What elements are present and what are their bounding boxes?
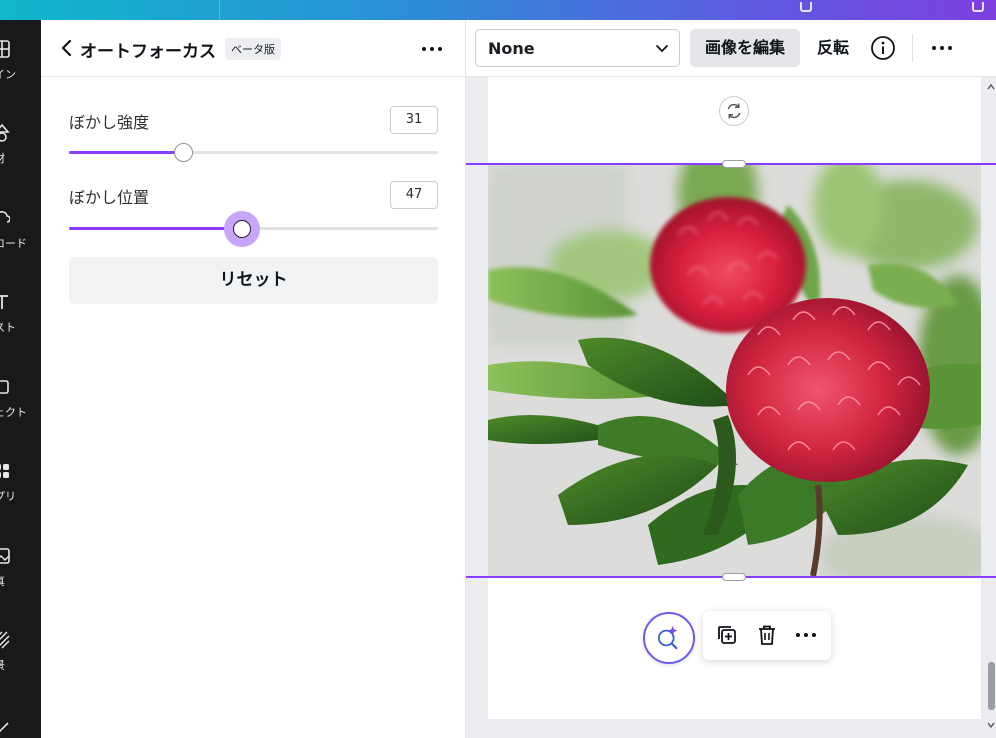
magic-search-icon[interactable] xyxy=(643,612,695,664)
more-dots-icon xyxy=(793,623,819,647)
vertical-scrollbar-thumb[interactable] xyxy=(988,662,995,710)
photos-icon xyxy=(0,548,10,564)
rail-item-apps[interactable]: プリ xyxy=(0,462,41,532)
toolbar-more-button[interactable] xyxy=(926,37,958,59)
reset-button[interactable]: リセット xyxy=(69,257,438,304)
scroll-down-arrow-icon[interactable] xyxy=(987,720,995,730)
rotate-icon[interactable] xyxy=(719,96,749,126)
edit-image-button[interactable]: 画像を編集 xyxy=(690,29,800,67)
elements-icon xyxy=(0,124,10,142)
toolbar-divider xyxy=(912,34,913,62)
projects-icon xyxy=(0,380,9,394)
more-dots-icon xyxy=(417,38,447,60)
blur-position-input[interactable]: 47 xyxy=(390,181,438,209)
crop-handle-top[interactable] xyxy=(722,160,746,168)
blur-strength-input[interactable]: 31 xyxy=(390,106,438,134)
rail-item-design[interactable]: イン xyxy=(0,40,41,110)
design-icon xyxy=(0,40,10,58)
rail-item-photos[interactable]: 真 xyxy=(0,547,41,617)
flower-photo[interactable] xyxy=(488,165,981,576)
context-toolbar xyxy=(703,611,831,660)
rail-label-elements: 材 xyxy=(0,150,5,166)
blur-strength-fill xyxy=(69,151,184,154)
rail-label-design: イン xyxy=(0,68,16,81)
background-icon xyxy=(0,631,10,649)
panel-title: オートフォーカス xyxy=(80,42,216,62)
header-divider xyxy=(219,0,220,20)
rail-label-text: スト xyxy=(0,321,16,334)
chevron-down-icon xyxy=(656,45,668,53)
header-icon-fragment[interactable] xyxy=(800,2,812,12)
rail-item-projects[interactable]: ェクト xyxy=(0,378,41,448)
text-icon xyxy=(0,295,8,309)
effect-select[interactable]: None xyxy=(475,29,680,67)
rail-item-upload[interactable]: ロード xyxy=(0,209,41,279)
rail-label-apps: プリ xyxy=(0,490,16,503)
blur-strength-thumb[interactable] xyxy=(174,143,194,162)
rail-label-projects: ェクト xyxy=(0,406,27,419)
beta-badge: ベータ版 xyxy=(225,38,281,60)
draw-icon[interactable] xyxy=(0,720,10,734)
blur-position-thumb[interactable] xyxy=(224,211,261,247)
side-rail: イン 材 ロード スト ェクト プリ xyxy=(0,20,41,738)
header-icon-fragment-2[interactable] xyxy=(972,2,984,12)
blur-position-track[interactable] xyxy=(69,211,438,247)
rail-item-background[interactable]: 景 xyxy=(0,631,41,701)
rail-label-background: 景 xyxy=(0,657,5,673)
canvas-area: None 画像を編集 反転 xyxy=(466,20,996,738)
duplicate-icon[interactable] xyxy=(715,623,739,647)
info-icon[interactable] xyxy=(870,35,896,61)
rail-item-text[interactable]: スト xyxy=(0,293,41,363)
panel-more-button[interactable] xyxy=(417,38,447,60)
more-dots-icon xyxy=(926,37,958,59)
blur-strength-label: ぼかし強度 xyxy=(69,113,150,132)
blur-strength-track[interactable] xyxy=(69,143,438,162)
effect-select-value: None xyxy=(488,39,535,58)
context-more-button[interactable] xyxy=(793,623,819,647)
rail-item-elements[interactable]: 材 xyxy=(0,124,41,194)
blur-position-label: ぼかし位置 xyxy=(69,188,150,207)
upload-icon xyxy=(0,211,10,223)
crop-handle-bottom[interactable] xyxy=(722,573,746,581)
top-header-bar xyxy=(0,0,996,20)
scroll-up-arrow-icon[interactable] xyxy=(987,82,995,92)
rail-label-upload: ロード xyxy=(0,237,27,250)
autofocus-panel: オートフォーカス ベータ版 ぼかし強度 31 ぼかし位置 47 リセット xyxy=(41,20,466,738)
image-toolbar: None 画像を編集 反転 xyxy=(466,20,996,77)
apps-icon xyxy=(0,464,9,478)
trash-icon[interactable] xyxy=(755,623,779,647)
back-icon[interactable] xyxy=(57,36,77,60)
rail-label-photos: 真 xyxy=(0,573,5,589)
blur-position-fill xyxy=(69,227,243,230)
flip-button[interactable]: 反転 xyxy=(812,29,854,67)
panel-header: オートフォーカス ベータ版 xyxy=(41,20,465,77)
